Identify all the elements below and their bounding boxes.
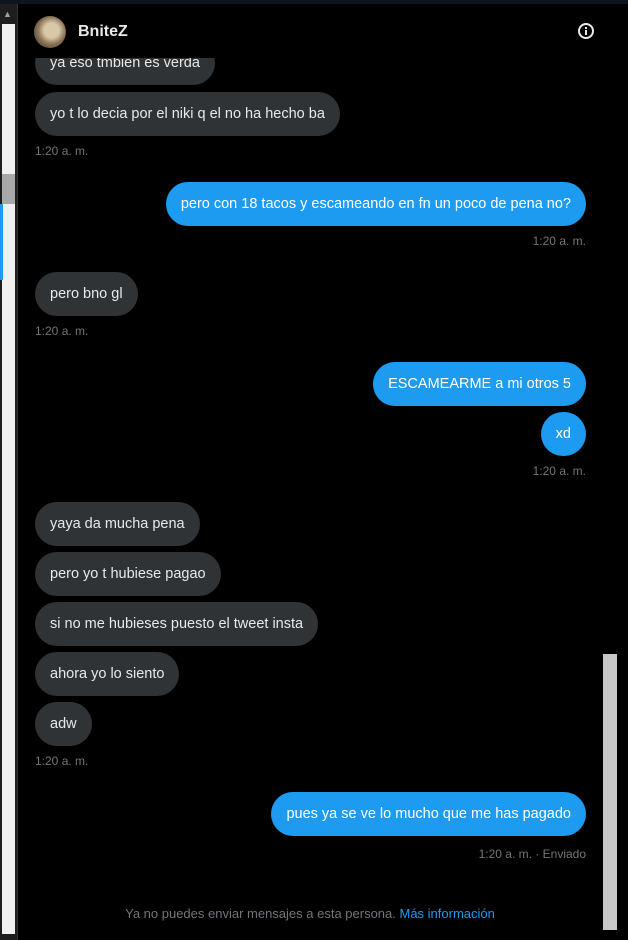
more-info-link[interactable]: Más información xyxy=(400,906,495,921)
message-timestamp-sent: 1:20 a. m. · Enviado xyxy=(478,847,586,861)
message-timestamp: 1:20 a. m. xyxy=(35,754,89,768)
left-scrollbar[interactable]: ▲ xyxy=(0,4,18,940)
message-bubble-incoming[interactable]: yo t lo decia por el niki q el no ha hec… xyxy=(35,92,340,136)
message-bubble-incoming[interactable]: ahora yo lo siento xyxy=(35,652,180,696)
right-scrollbar[interactable] xyxy=(602,56,618,940)
app-window: ▲ ya eso tmbien es verda yo t lo decia p… xyxy=(0,0,628,940)
message-bubble-outgoing[interactable]: pero con 18 tacos y escameando en fn un … xyxy=(165,182,586,226)
conversation-header: BniteZ xyxy=(18,4,618,58)
blocked-notice-text: Ya no puedes enviar mensajes a esta pers… xyxy=(125,906,396,921)
selection-accent xyxy=(0,204,3,280)
message-bubble-incoming[interactable]: pero yo t hubiese pagao xyxy=(35,552,221,596)
message-timestamp: 1:20 a. m. xyxy=(35,324,89,338)
window-right-edge xyxy=(618,4,628,940)
message-bubble-incoming[interactable]: pero bno gl xyxy=(35,272,138,316)
scroll-up-arrow-icon[interactable]: ▲ xyxy=(3,10,12,19)
message-timestamp: 1:20 a. m. xyxy=(532,464,586,478)
scrollbar-track xyxy=(2,24,15,934)
message-bubble-incoming[interactable]: si no me hubieses puesto el tweet insta xyxy=(35,602,319,646)
message-bubble-outgoing[interactable]: xd xyxy=(540,412,586,456)
blocked-notice: Ya no puedes enviar mensajes a esta pers… xyxy=(18,906,602,921)
contact-name[interactable]: BniteZ xyxy=(78,23,128,41)
message-timestamp: 1:20 a. m. xyxy=(532,234,586,248)
message-bubble-outgoing[interactable]: ESCAMEARME a mi otros 5 xyxy=(373,362,586,406)
message-bubble-incoming[interactable]: adw xyxy=(35,702,92,746)
message-timestamp: 1:20 a. m. xyxy=(35,144,89,158)
scrollbar-thumb[interactable] xyxy=(603,654,617,930)
message-bubble-incoming[interactable]: yaya da mucha pena xyxy=(35,502,200,546)
scrollbar-thumb[interactable] xyxy=(2,174,15,204)
message-bubble-outgoing[interactable]: pues ya se ve lo mucho que me has pagado xyxy=(271,792,586,836)
avatar[interactable] xyxy=(34,16,66,48)
conversation-panel: ya eso tmbien es verda yo t lo decia por… xyxy=(18,4,602,940)
info-circle-icon[interactable] xyxy=(578,23,594,39)
